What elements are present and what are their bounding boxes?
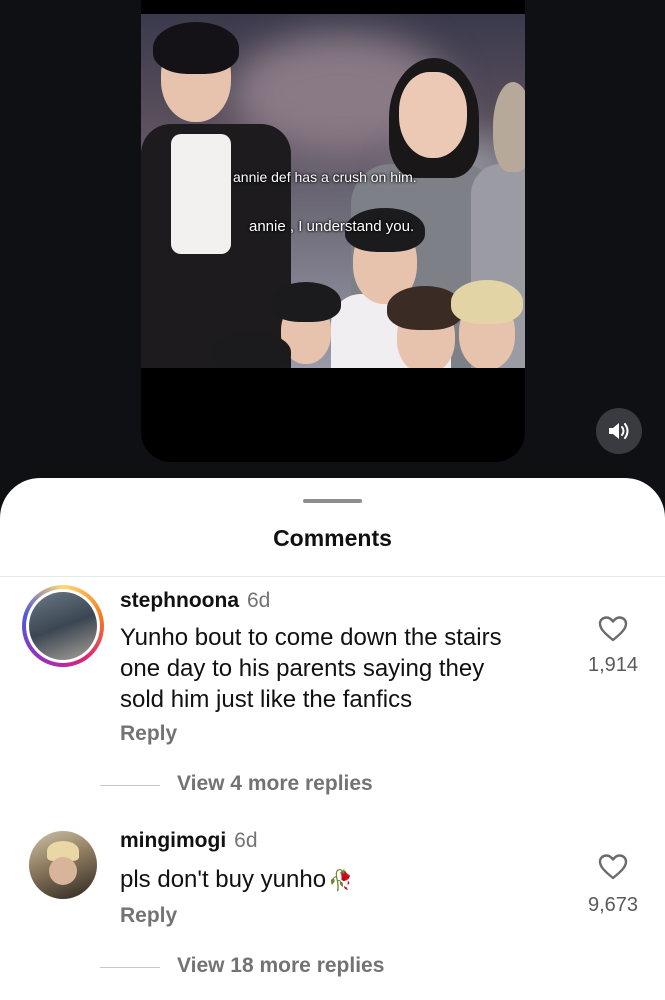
video-caption: annie , I understand you. — [249, 218, 415, 235]
video-caption: annie def has a crush on him. — [233, 169, 417, 185]
comment-time: 6d — [234, 829, 258, 852]
sheet-drag-handle[interactable] — [303, 499, 362, 503]
reply-button[interactable]: Reply — [120, 904, 177, 928]
divider — [100, 967, 160, 968]
comment-line: sold him just like the fanfics — [120, 686, 413, 713]
wilted-rose-emoji: 🥀 — [328, 870, 353, 892]
username-text[interactable]: mingimogi — [120, 829, 226, 852]
view-replies-button[interactable]: View 4 more replies — [177, 772, 373, 796]
comment-time: 6d — [247, 589, 271, 612]
reply-button[interactable]: Reply — [120, 722, 177, 746]
comment-line: one day to his parents saying they — [120, 655, 485, 682]
comment-username[interactable]: mingimogi 6d — [120, 829, 258, 853]
comment-line: Yunho bout to come down the stairs — [120, 624, 502, 651]
heart-icon[interactable] — [598, 853, 628, 881]
heart-icon[interactable] — [598, 615, 628, 643]
video-player[interactable]: annie def has a crush on him. annie , I … — [141, 0, 525, 462]
avatar[interactable] — [22, 585, 104, 667]
video-frame-image: annie def has a crush on him. annie , I … — [141, 14, 525, 368]
view-replies-button[interactable]: View 18 more replies — [177, 954, 384, 978]
username-text[interactable]: stephnoona — [120, 589, 239, 612]
like-count: 9,673 — [587, 894, 639, 916]
speaker-icon — [609, 423, 629, 439]
divider — [0, 576, 665, 577]
like-count: 1,914 — [587, 654, 639, 676]
comments-sheet: Comments stephnoona 6d Yunho bout to come… — [0, 478, 665, 1000]
divider — [100, 785, 160, 786]
comment-text: Yunho bout to come down the stairs one d… — [120, 622, 502, 715]
sheet-title: Comments — [273, 525, 392, 551]
sound-toggle-button[interactable] — [596, 408, 642, 454]
comment-line: pls don't buy yunho — [120, 866, 327, 893]
comment-text: pls don't buy yunho 🥀 — [120, 864, 353, 897]
comment-username[interactable]: stephnoona 6d — [120, 589, 270, 613]
avatar[interactable] — [29, 831, 97, 899]
